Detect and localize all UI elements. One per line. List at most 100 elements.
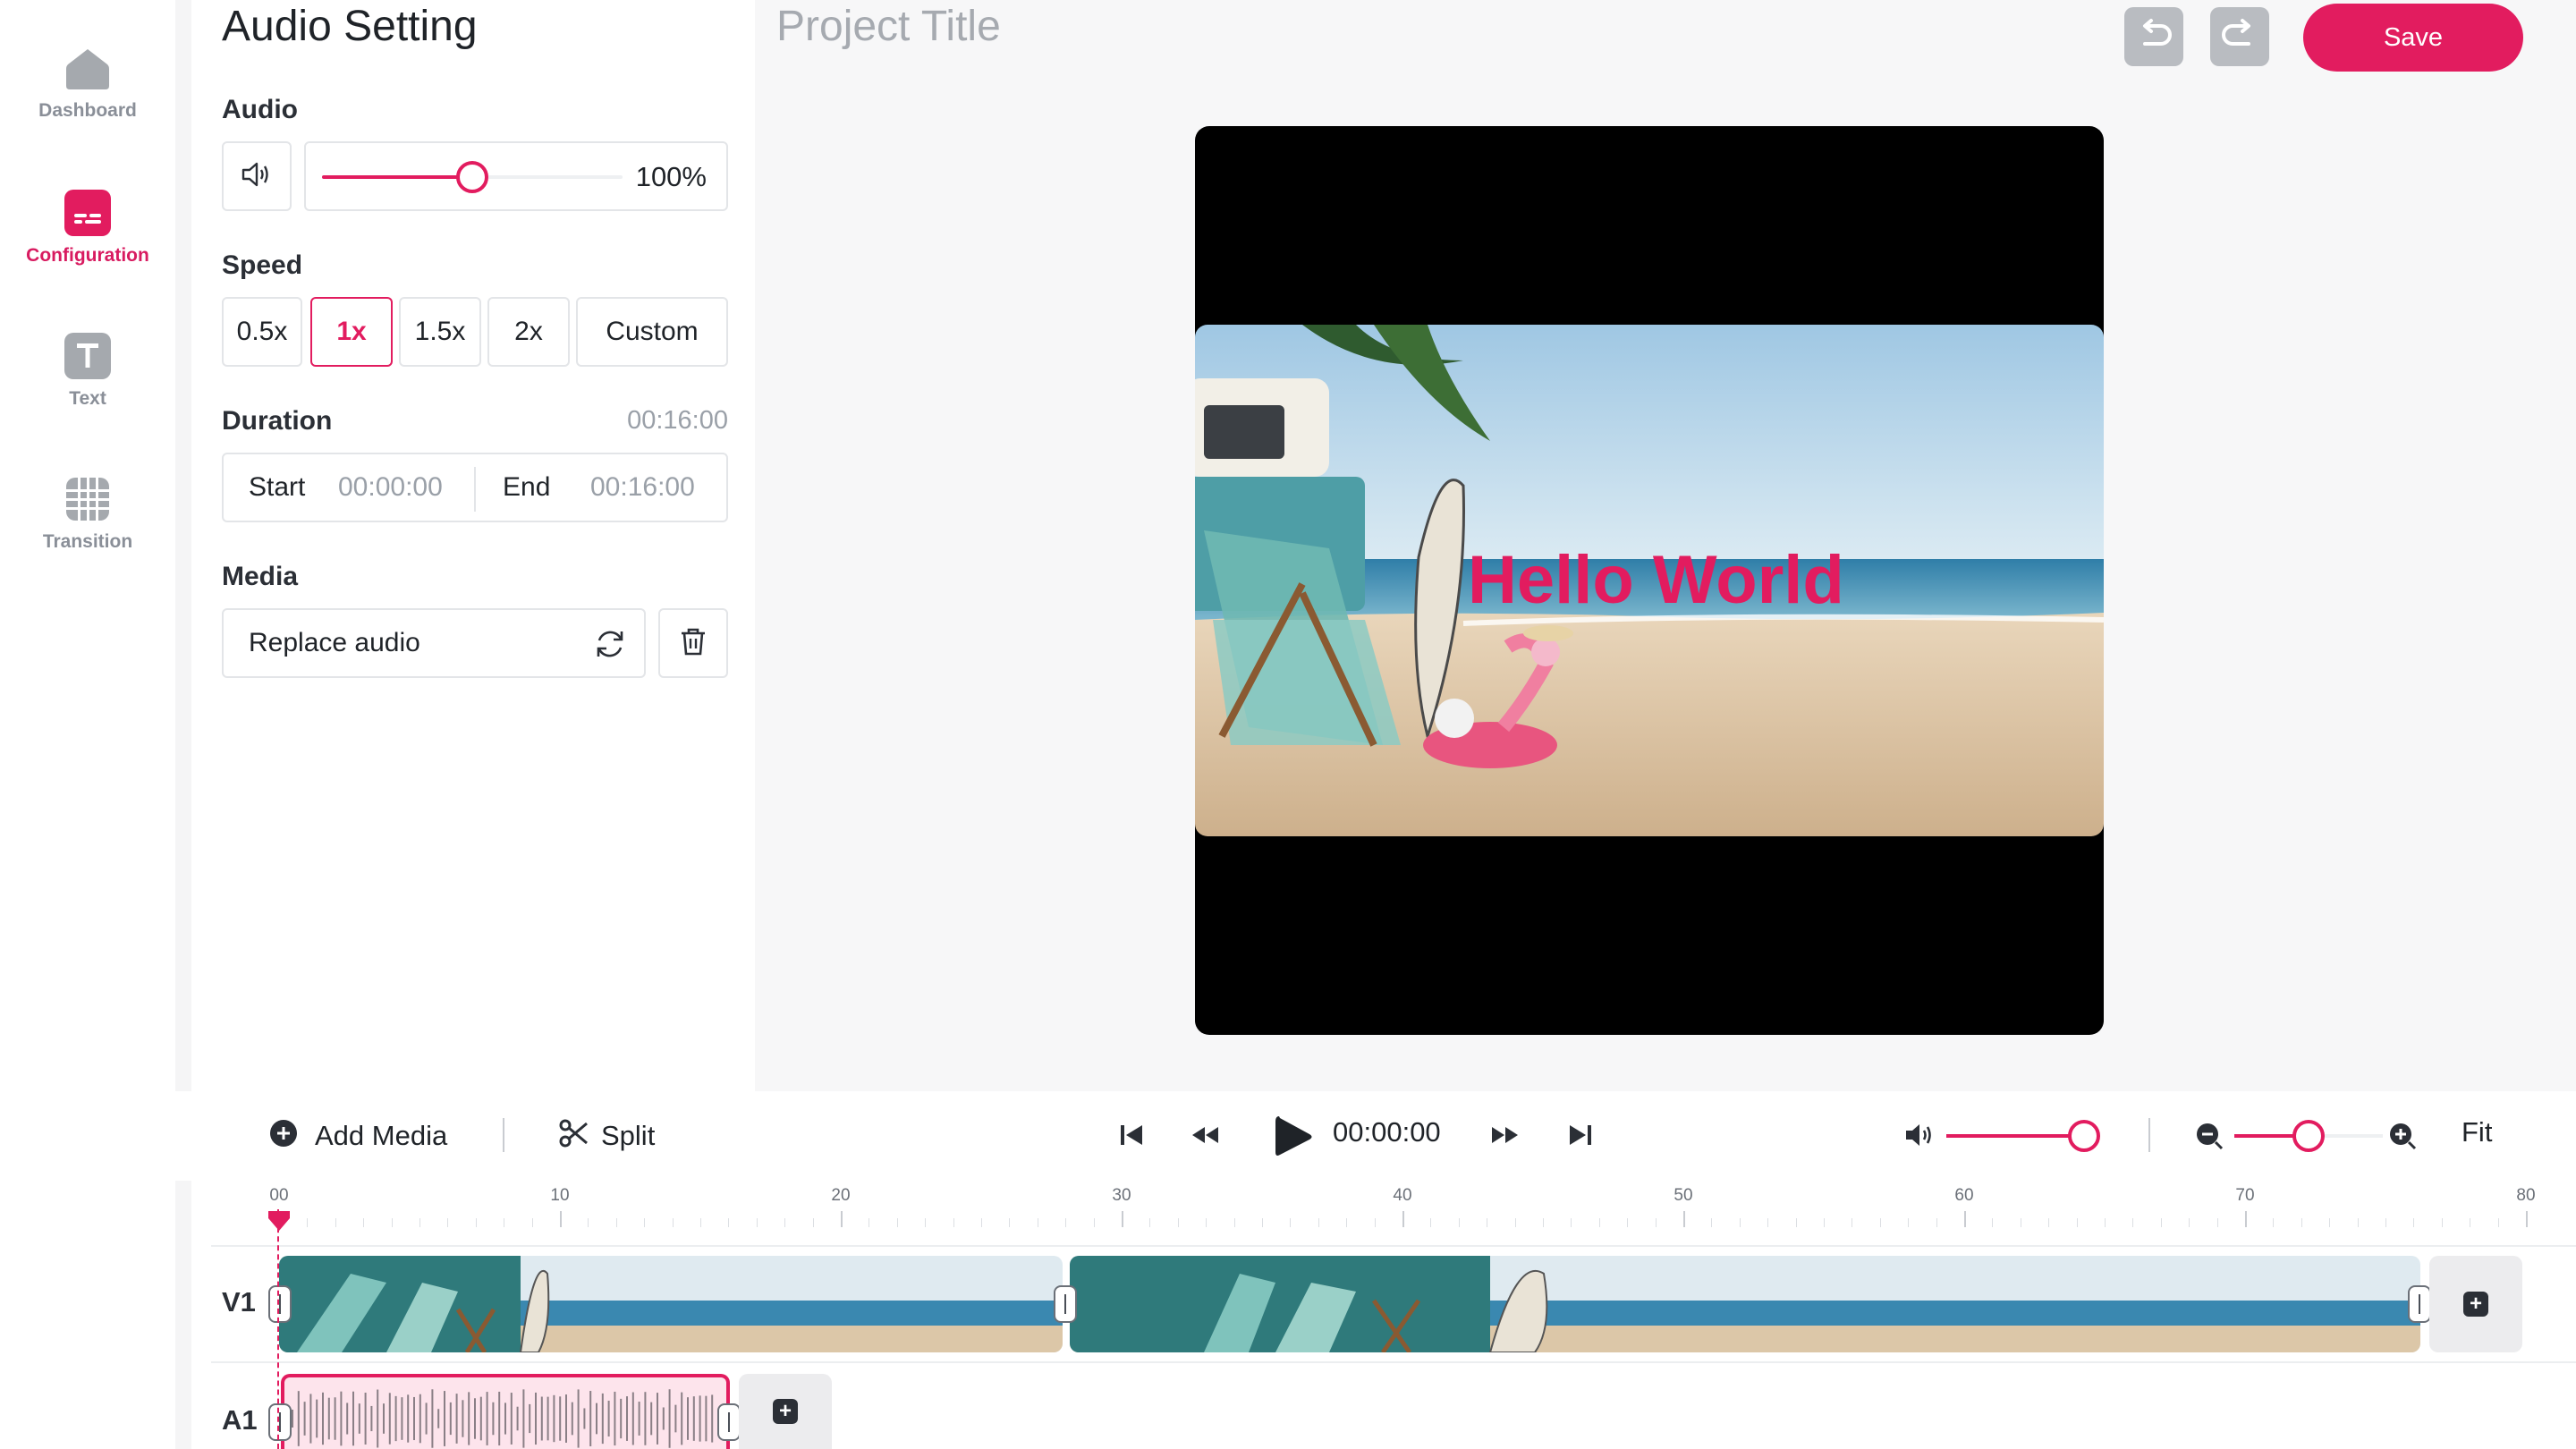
waveform-bar (388, 1393, 391, 1445)
mute-toggle-button[interactable] (222, 141, 292, 211)
ruler-minor-tick (2385, 1218, 2386, 1227)
audio-clip[interactable] (281, 1374, 730, 1449)
video-clip-1[interactable] (279, 1256, 1063, 1352)
ruler-major-tick (1964, 1211, 1966, 1227)
video-preview-canvas[interactable]: Hello World (1195, 126, 2104, 1035)
nav-item-configuration[interactable]: Configuration (0, 190, 175, 267)
redo-button[interactable] (2210, 7, 2269, 66)
track-separator (211, 1361, 2576, 1363)
ruler-minor-tick (2441, 1218, 2443, 1227)
waveform-bar (431, 1389, 434, 1448)
waveform-bar (462, 1400, 464, 1437)
nav-label-transition: Transition (42, 531, 133, 552)
end-label: End (503, 472, 551, 502)
waveform-bar (383, 1403, 385, 1434)
subtitles-icon (64, 190, 111, 236)
nav-item-dashboard[interactable]: Dashboard (0, 45, 175, 122)
add-video-slot-button[interactable]: + (2429, 1256, 2522, 1352)
audio-trim-handle[interactable] (717, 1403, 741, 1441)
waveform-bar (401, 1397, 403, 1440)
ruler-label: 60 (1954, 1186, 1974, 1205)
fast-forward-icon[interactable] (1490, 1122, 1521, 1153)
undo-button[interactable] (2124, 7, 2183, 66)
video-clip-2[interactable] (1070, 1256, 2420, 1352)
project-title[interactable]: Project Title (776, 2, 1001, 51)
waveform-bar (437, 1409, 440, 1428)
volume-slider-thumb[interactable] (456, 161, 488, 193)
timeline-volume-icon[interactable] (1903, 1122, 1936, 1153)
skip-to-end-icon[interactable] (1567, 1122, 1594, 1153)
clip-trim-handle[interactable] (268, 1285, 292, 1323)
add-media-button[interactable]: Add Media (268, 1118, 447, 1153)
ruler-minor-tick (391, 1218, 393, 1227)
ruler-minor-tick (644, 1218, 646, 1227)
waveform-bar (316, 1399, 318, 1438)
delete-audio-button[interactable] (658, 608, 728, 678)
fit-button[interactable]: Fit (2462, 1116, 2492, 1148)
ruler-minor-tick (1543, 1218, 1544, 1227)
clip-trim-handle[interactable] (1054, 1285, 1077, 1323)
waveform-bar (322, 1392, 324, 1445)
nav-item-text[interactable]: Text (0, 333, 175, 410)
ruler-minor-tick (896, 1218, 898, 1227)
add-audio-slot-button[interactable]: + (739, 1374, 832, 1449)
media-section-label: Media (222, 562, 299, 591)
plus-icon: + (773, 1399, 798, 1424)
zoom-out-icon[interactable] (2195, 1122, 2224, 1155)
save-button[interactable]: Save (2303, 4, 2523, 72)
start-time-input[interactable]: 00:00:00 (338, 472, 443, 503)
ruler-minor-tick (1430, 1218, 1432, 1227)
zoom-in-icon[interactable] (2388, 1122, 2417, 1155)
ruler-major-tick (1402, 1211, 1404, 1227)
preview-frame-image: Hello World (1195, 325, 2104, 836)
ruler-minor-tick (953, 1218, 954, 1227)
replace-audio-button[interactable]: Replace audio (222, 608, 646, 678)
nav-item-transition[interactable]: Transition (0, 476, 175, 553)
overlay-text-hello-world[interactable]: Hello World (1468, 541, 1844, 619)
ruler-minor-tick (335, 1218, 336, 1227)
speed-option-1-5x[interactable]: 1.5x (399, 297, 481, 367)
waveform-bar (479, 1396, 482, 1441)
refresh-icon (592, 626, 628, 666)
speed-section-label: Speed (222, 250, 303, 280)
timeline-toolbar: Add Media Split 00:00:00 Fit (175, 1091, 2576, 1181)
ruler-minor-tick (672, 1218, 674, 1227)
speed-option-custom[interactable]: Custom (576, 297, 728, 367)
ruler-minor-tick (2301, 1218, 2302, 1227)
volume-value: 100% (635, 161, 707, 192)
ruler-minor-tick (447, 1218, 449, 1227)
waveform-bar (583, 1408, 586, 1429)
waveform-bar (309, 1394, 312, 1444)
rewind-icon[interactable] (1190, 1122, 1220, 1153)
ruler-minor-tick (1655, 1218, 1657, 1227)
ruler-minor-tick (475, 1218, 477, 1227)
timeline-ruler[interactable]: 00 10 20 30 40 50 60 70 80 (211, 1181, 2576, 1234)
waveform-bar (292, 1410, 293, 1428)
end-time-input[interactable]: 00:16:00 (590, 472, 695, 503)
zoom-slider-thumb[interactable] (2292, 1120, 2325, 1152)
waveform-bar (589, 1391, 592, 1446)
play-icon[interactable] (1268, 1113, 1317, 1165)
speed-option-0-5x[interactable]: 0.5x (222, 297, 302, 367)
speed-option-1x[interactable]: 1x (310, 297, 393, 367)
volume-control: 100% (304, 141, 728, 211)
timeline-volume-thumb[interactable] (2068, 1120, 2101, 1152)
waveform-bar (474, 1398, 476, 1439)
speed-option-2x[interactable]: 2x (487, 297, 570, 367)
waveform-bar (486, 1392, 488, 1445)
audio-trim-handle[interactable] (268, 1403, 292, 1441)
playhead-marker[interactable] (267, 1209, 292, 1237)
waveform-bar (650, 1402, 653, 1436)
panel-title: Audio Setting (222, 3, 478, 50)
ruler-minor-tick (1879, 1218, 1881, 1227)
clip-trim-handle[interactable] (2408, 1285, 2431, 1323)
ruler-minor-tick (1795, 1218, 1797, 1227)
split-button[interactable]: Split (558, 1118, 655, 1153)
ruler-major-tick (560, 1211, 562, 1227)
skip-to-start-icon[interactable] (1118, 1122, 1145, 1153)
home-icon (64, 45, 111, 91)
audio-waveform (292, 1389, 714, 1448)
waveform-bar (699, 1395, 701, 1442)
audio-setting-panel: Audio Setting Audio 100% Speed 0.5x 1x 1… (191, 0, 755, 1091)
ruler-minor-tick (1571, 1218, 1572, 1227)
